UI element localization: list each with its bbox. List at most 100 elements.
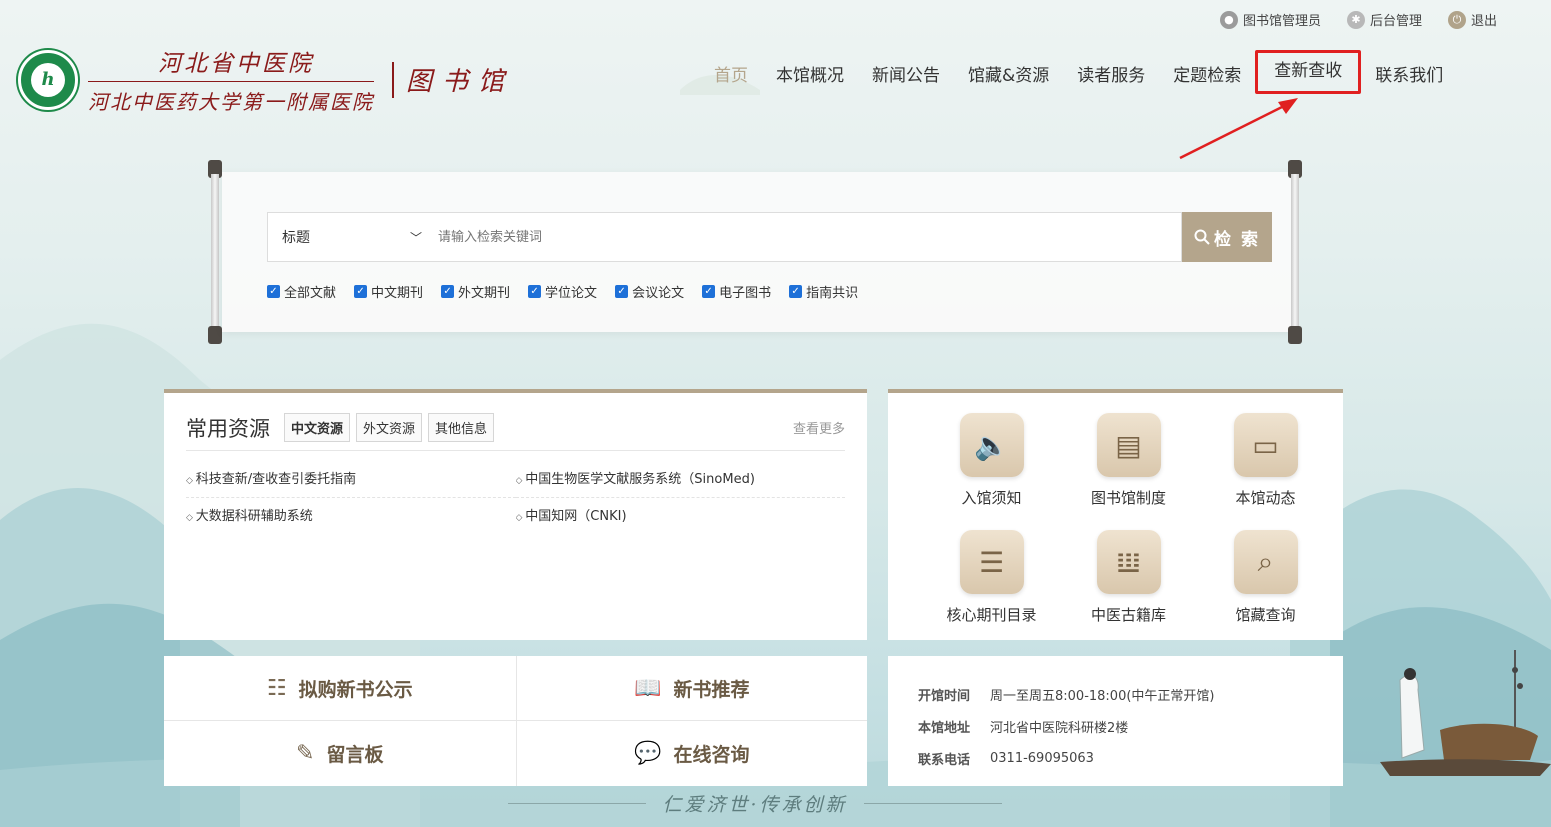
phone-row: 联系电话 0311-69095063 xyxy=(918,742,1313,774)
list-item[interactable]: 大数据科研辅助系统 xyxy=(186,498,516,535)
document-badge-icon: ▤ xyxy=(1096,413,1161,477)
open-book-icon: 📖 xyxy=(634,675,662,701)
nav-collections[interactable]: 馆藏&资源 xyxy=(954,60,1063,88)
logo-hospital-name: 河北省中医院 xyxy=(88,44,374,82)
list-item[interactable]: 科技查新/查收查引委托指南 xyxy=(186,461,516,498)
admin-label: 图书馆管理员 xyxy=(1242,14,1321,29)
filter-conference[interactable]: ✓ 会议论文 xyxy=(615,282,684,301)
message-board-link[interactable]: ✎ 留言板 xyxy=(164,721,516,786)
common-resources-panel: 常用资源 中文资源 外文资源 其他信息 查看更多 科技查新/查收查引委托指南 中… xyxy=(164,389,867,640)
service-collection-search[interactable]: ⌕ 馆藏查询 xyxy=(1197,530,1334,625)
service-label: 核心期刊目录 xyxy=(946,606,1037,624)
search-scroll: 标题 ﹀ 检 索 ✓全部文献 ✓中文期刊 ✓外文期刊 ✓学位论文 ✓会议论文 ✓… xyxy=(208,160,1306,344)
phone-key: 联系电话 xyxy=(918,752,971,768)
slogan-text: 仁爱济世·传承创新 xyxy=(662,794,848,816)
chevron-down-icon: ﹀ xyxy=(409,230,422,245)
quick-links-panel: ☷ 拟购新书公示 📖 新书推荐 ✎ 留言板 💬 在线咨询 xyxy=(164,656,867,786)
checkbox-checked-icon: ✓ xyxy=(354,285,368,298)
gear-icon: ✱ xyxy=(1346,10,1365,29)
admin-user-link[interactable]: ● 图书馆管理员 xyxy=(1219,10,1321,29)
logout-label: 退出 xyxy=(1470,14,1497,29)
tab-other-info[interactable]: 其他信息 xyxy=(428,413,495,442)
phone-value: 0311-69095063 xyxy=(990,750,1094,766)
opening-hours-key: 开馆时间 xyxy=(918,688,971,704)
nav-about[interactable]: 本馆概况 xyxy=(762,60,858,88)
doc-type-filters: ✓ 全部文献 ✓ 中文期刊 ✓ 外文期刊 ✓ 学位论文 ✓ 会议论文 ✓ 电子图书 ✓ 指南共… xyxy=(267,282,858,301)
nav-topic-search[interactable]: 定题检索 xyxy=(1159,60,1255,88)
message-board-label: 留言板 xyxy=(326,744,384,766)
filter-thesis[interactable]: ✓ 学位论文 xyxy=(528,282,597,301)
scholar-on-boat-illustration xyxy=(1380,650,1551,776)
service-ancient-books[interactable]: 𝍔 中医古籍库 xyxy=(1060,530,1197,625)
search-field-value: 标题 xyxy=(282,230,310,246)
purchase-notice-link[interactable]: ☷ 拟购新书公示 xyxy=(164,656,516,721)
nav-novelty-search[interactable]: 查新查收 xyxy=(1255,50,1362,94)
service-library-rules[interactable]: ▤ 图书馆制度 xyxy=(1060,413,1197,508)
list-book-icon: ☰ xyxy=(959,530,1024,594)
service-entry-notice[interactable]: 🔈 入馆须知 xyxy=(923,413,1060,508)
online-consult-label: 在线咨询 xyxy=(673,744,750,766)
filter-all[interactable]: ✓ 全部文献 xyxy=(267,282,336,301)
tab-foreign-resources[interactable]: 外文资源 xyxy=(356,413,423,442)
search-bar: 标题 ﹀ 检 索 xyxy=(267,212,1272,262)
checkbox-checked-icon: ✓ xyxy=(789,285,803,298)
slogan: 仁爱济世·传承创新 xyxy=(508,790,1003,817)
opening-hours-value: 周一至周五8:00-18:00(中午正常开馆) xyxy=(990,688,1215,704)
search-input[interactable] xyxy=(432,212,1182,262)
new-books-label: 新书推荐 xyxy=(673,678,750,701)
annotation-arrow xyxy=(1179,98,1298,160)
divider xyxy=(508,803,647,804)
backend-link[interactable]: ✱ 后台管理 xyxy=(1346,10,1422,29)
address-row: 本馆地址 河北省中医院科研楼2楼 xyxy=(918,710,1313,742)
checkbox-checked-icon: ✓ xyxy=(615,285,629,298)
opening-hours-row: 开馆时间 周一至周五8:00-18:00(中午正常开馆) xyxy=(918,678,1313,710)
purchase-notice-label: 拟购新书公示 xyxy=(298,678,413,701)
service-label: 馆藏查询 xyxy=(1235,606,1296,624)
address-key: 本馆地址 xyxy=(918,720,971,736)
hospital-emblem-icon: h xyxy=(18,49,78,110)
checkbox-checked-icon: ✓ xyxy=(702,285,716,298)
resources-title: 常用资源 xyxy=(186,416,270,441)
tab-chinese-resources[interactable]: 中文资源 xyxy=(284,413,351,442)
search-field-select[interactable]: 标题 ﹀ xyxy=(267,212,432,262)
service-label: 图书馆制度 xyxy=(1090,489,1166,507)
filter-ebook[interactable]: ✓ 电子图书 xyxy=(702,282,771,301)
address-value: 河北省中医院科研楼2楼 xyxy=(990,720,1129,736)
search-button[interactable]: 检 索 xyxy=(1182,212,1272,262)
scroll-rod-right xyxy=(1288,160,1302,344)
briefcase-icon: ☷ xyxy=(266,675,287,701)
search-document-icon: ⌕ xyxy=(1233,530,1298,594)
nav-contact[interactable]: 联系我们 xyxy=(1361,60,1457,88)
top-utility-bar: ● 图书馆管理员 ✱ 后台管理 ⏻ 退出 xyxy=(1219,10,1497,29)
library-info-panel: 开馆时间 周一至周五8:00-18:00(中午正常开馆) 本馆地址 河北省中医院… xyxy=(888,656,1343,786)
resources-more-link[interactable]: 查看更多 xyxy=(793,418,845,437)
speaker-icon: 🔈 xyxy=(959,413,1024,477)
chat-bubble-icon: 💬 xyxy=(634,741,662,766)
nav-reader-services[interactable]: 读者服务 xyxy=(1063,60,1159,88)
logout-link[interactable]: ⏻ 退出 xyxy=(1447,10,1497,29)
nav-news[interactable]: 新闻公告 xyxy=(858,60,954,88)
backend-label: 后台管理 xyxy=(1369,14,1422,29)
search-icon xyxy=(1194,229,1210,245)
site-logo[interactable]: h 河北省中医院 河北中医药大学第一附属医院 图书馆 xyxy=(18,44,514,115)
scroll-rod-left xyxy=(208,160,222,344)
list-item[interactable]: 中国生物医学文献服务系统（SinoMed) xyxy=(515,461,845,498)
service-library-news[interactable]: ▭ 本馆动态 xyxy=(1197,413,1334,508)
checkbox-checked-icon: ✓ xyxy=(528,285,542,298)
nav-home[interactable]: 首页 xyxy=(700,60,762,88)
online-consult-link[interactable]: 💬 在线咨询 xyxy=(515,721,868,786)
logo-library-name: 图书馆 xyxy=(392,61,514,98)
resources-list: 科技查新/查收查引委托指南 中国生物医学文献服务系统（SinoMed) 大数据科… xyxy=(186,461,845,535)
service-label: 入馆须知 xyxy=(961,489,1022,507)
filter-cn-journal[interactable]: ✓ 中文期刊 xyxy=(354,282,423,301)
services-panel: 🔈 入馆须知 ▤ 图书馆制度 ▭ 本馆动态 ☰ 核心期刊目录 𝍔 中医古籍库 ⌕… xyxy=(888,389,1343,640)
service-core-journals[interactable]: ☰ 核心期刊目录 xyxy=(923,530,1060,625)
logo-text: 河北省中医院 河北中医药大学第一附属医院 xyxy=(88,44,374,115)
search-button-label: 检 索 xyxy=(1214,229,1260,250)
new-books-link[interactable]: 📖 新书推荐 xyxy=(515,656,867,721)
filter-foreign-journal[interactable]: ✓ 外文期刊 xyxy=(441,282,510,301)
service-label: 中医古籍库 xyxy=(1090,606,1166,624)
service-label: 本馆动态 xyxy=(1235,489,1296,507)
filter-guidelines[interactable]: ✓ 指南共识 xyxy=(789,282,858,301)
list-item[interactable]: 中国知网（CNKI) xyxy=(516,498,846,535)
